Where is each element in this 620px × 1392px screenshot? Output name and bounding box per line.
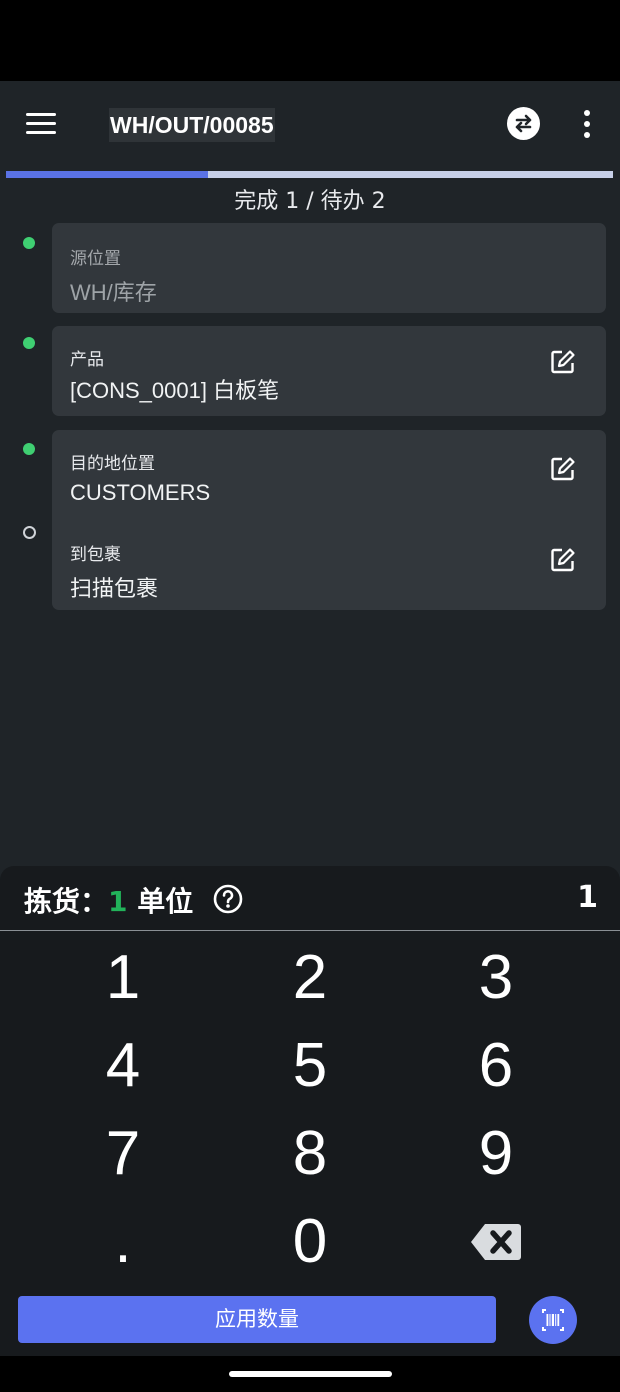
edit-icon[interactable]	[550, 547, 576, 573]
source-location-value: WH/库存	[70, 280, 157, 305]
more-vert-icon[interactable]	[575, 108, 599, 140]
pick-summary: 拣货：1 单位	[24, 880, 193, 920]
source-location-label: 源位置	[70, 249, 121, 269]
pick-qty: 1	[108, 885, 128, 918]
backspace-icon[interactable]	[436, 1202, 556, 1282]
nav-handle[interactable]	[229, 1371, 392, 1377]
status-bar	[0, 0, 620, 81]
barcode-scan-button[interactable]	[529, 1296, 577, 1344]
key-0[interactable]: 0	[250, 1202, 370, 1282]
product-card[interactable]: 产品 [CONS_0001] 白板笔	[52, 326, 606, 416]
status-dot-product	[23, 337, 35, 349]
barcode-icon	[542, 1309, 564, 1331]
key-7[interactable]: 7	[63, 1114, 183, 1194]
edit-icon[interactable]	[550, 349, 576, 375]
destination-label: 目的地位置	[70, 454, 155, 474]
status-dot-package	[23, 526, 36, 539]
status-dot-source	[23, 237, 35, 249]
apply-quantity-button[interactable]: 应用数量	[18, 1296, 496, 1343]
destination-card: 目的地位置 CUSTOMERS 到包裹 扫描包裹	[52, 430, 606, 610]
destination-value: CUSTOMERS	[70, 480, 211, 505]
status-dot-destination	[23, 443, 35, 455]
pick-prefix: 拣货：	[24, 885, 109, 918]
key-6[interactable]: 6	[436, 1026, 556, 1106]
key-5[interactable]: 5	[250, 1026, 370, 1106]
progress-bar	[6, 171, 613, 178]
key-4[interactable]: 4	[63, 1026, 183, 1106]
page-title: WH/OUT/00085	[109, 108, 275, 142]
package-label: 到包裹	[70, 545, 121, 565]
progress-text: 完成 1 / 待办 2	[234, 189, 386, 214]
key-3[interactable]: 3	[436, 938, 556, 1018]
help-icon[interactable]	[213, 884, 243, 914]
pick-unit: 单位	[137, 885, 194, 918]
progress-fill	[6, 171, 209, 178]
product-label: 产品	[70, 350, 104, 370]
product-value: [CONS_0001] 白板笔	[70, 378, 280, 403]
package-value: 扫描包裹	[70, 576, 159, 601]
key-8[interactable]: 8	[250, 1114, 370, 1194]
key-1[interactable]: 1	[63, 938, 183, 1018]
menu-icon[interactable]	[26, 112, 58, 136]
source-location-card: 源位置 WH/库存	[52, 223, 606, 313]
swap-icon[interactable]	[507, 107, 540, 140]
pick-count: 1	[577, 880, 598, 915]
key-decimal[interactable]: .	[63, 1202, 183, 1282]
key-2[interactable]: 2	[250, 938, 370, 1018]
edit-icon[interactable]	[550, 456, 576, 482]
key-9[interactable]: 9	[436, 1114, 556, 1194]
